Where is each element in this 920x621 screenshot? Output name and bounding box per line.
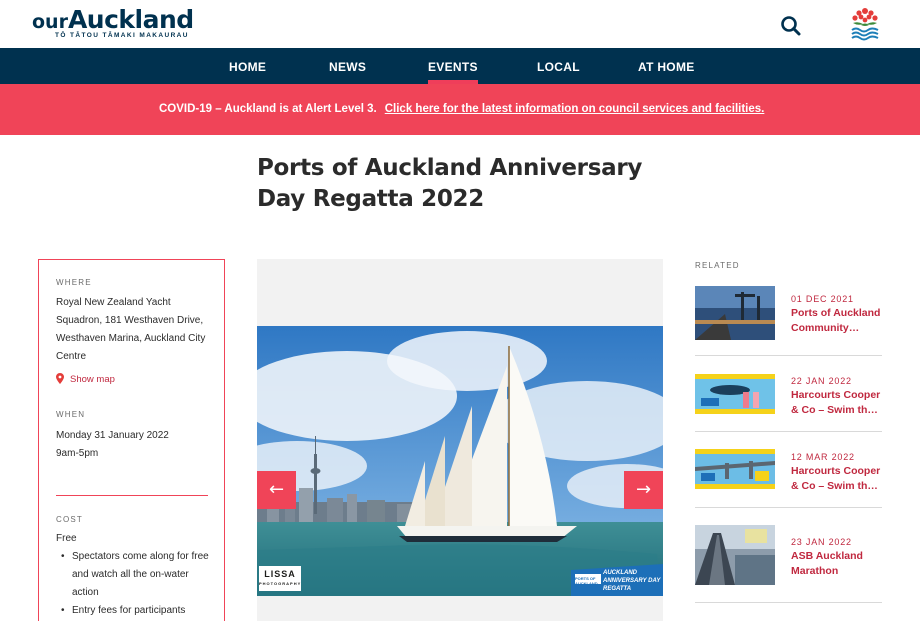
photographer-watermark: LISSA PHOTOGRAPHY [259,566,301,591]
related-item[interactable]: 12 MAR 2022 Harcourts Cooper & Co – Swim… [695,449,882,492]
related-title: Ports of Auckland Community… [791,307,881,334]
event-details-panel: WHERE Royal New Zealand Yacht Squadron, … [38,259,225,621]
nav-item-events[interactable]: EVENTS [428,48,478,84]
cost-notes-list: Spectators come along for free and watch… [56,548,216,620]
related-date: 01 DEC 2021 [791,294,854,304]
alert-text: COVID-19 – Auckland is at Alert Level 3. [159,103,377,115]
nav-item-news[interactable]: NEWS [329,48,366,84]
search-button[interactable] [778,13,804,39]
event-time: 9am-5pm [56,448,99,459]
search-icon [781,16,801,36]
related-thumbnail [695,286,775,340]
related-thumbnail [695,449,775,489]
show-map-link[interactable]: Show map [56,373,115,385]
related-title: Harcourts Cooper & Co – Swim th… [791,465,881,492]
related-divider [695,602,882,603]
related-heading: RELATED [695,261,740,270]
logo-tagline: TŌ TĀTOU TĀMAKI MAKAURAU [55,32,189,39]
list-item: Spectators come along for free and watch… [56,548,216,602]
cost-label: COST [56,515,84,524]
nav-item-home[interactable]: HOME [229,48,266,84]
event-cost: Free [56,533,77,544]
carousel-next-button[interactable]: → [624,471,663,509]
regatta-photo: LISSA PHOTOGRAPHY PORTS OF AUCKLAND AUCK… [257,326,663,596]
when-label: WHEN [56,410,86,419]
alert-info-link[interactable]: Click here for the latest information on… [385,103,765,115]
where-label: WHERE [56,278,92,287]
nav-item-at-home[interactable]: AT HOME [638,48,695,84]
event-date: Monday 31 January 2022 [56,430,169,441]
related-date: 23 JAN 2022 [791,537,852,547]
site-header: ourAuckland TŌ TĀTOU TĀMAKI MAKAURAU [0,0,920,48]
council-pohutukawa-logo[interactable] [848,5,882,41]
details-divider [56,495,208,496]
related-title: Harcourts Cooper & Co – Swim th… [791,389,881,416]
nav-item-local[interactable]: LOCAL [537,48,580,84]
related-date: 22 JAN 2022 [791,376,852,386]
event-location: Royal New Zealand Yacht Squadron, 181 We… [56,297,206,362]
related-thumbnail [695,374,775,414]
carousel-prev-button[interactable]: ← [257,471,296,509]
our-auckland-logo[interactable]: ourAuckland TŌ TĀTOU TĀMAKI MAKAURAU [32,5,214,41]
map-pin-icon [56,373,64,384]
related-date: 12 MAR 2022 [791,452,855,462]
related-title: ASB Auckland Marathon [791,550,863,577]
related-divider [695,507,882,508]
arrow-right-icon: → [635,479,652,500]
regatta-logo-badge: PORTS OF AUCKLAND AUCKLAND ANNIVERSARY D… [571,564,663,596]
list-item: Entry fees for participants [56,602,216,620]
related-divider [695,355,882,356]
event-image-carousel: LISSA PHOTOGRAPHY PORTS OF AUCKLAND AUCK… [257,259,663,621]
related-item[interactable]: 23 JAN 2022 ASB Auckland Marathon [695,525,882,585]
pohutukawa-icon [851,8,879,41]
main-nav: HOME NEWS EVENTS LOCAL AT HOME [0,48,920,84]
related-thumbnail [695,525,775,585]
page-title: Ports of Auckland Anniversary Day Regatt… [257,155,643,212]
related-divider [695,431,882,432]
related-item[interactable]: 01 DEC 2021 Ports of Auckland Community… [695,286,882,340]
arrow-left-icon: ← [268,479,285,500]
show-map-label: Show map [70,374,115,385]
related-item[interactable]: 22 JAN 2022 Harcourts Cooper & Co – Swim… [695,374,882,416]
covid-alert-banner: COVID-19 – Auckland is at Alert Level 3.… [0,84,920,135]
